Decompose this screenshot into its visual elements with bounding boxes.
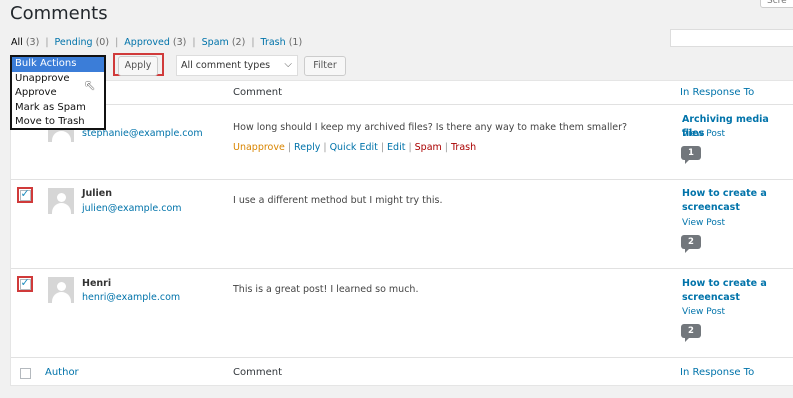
status-filter-links: All (3) | Pending (0) | Approved (3) | S…	[11, 37, 302, 48]
divider	[11, 357, 793, 358]
separator: |	[192, 37, 196, 48]
row-actions: Unapprove | Reply | Quick Edit | Edit | Spam | Tra…	[233, 142, 476, 153]
separator: |	[444, 142, 448, 153]
filter-pending[interactable]: Pending	[55, 37, 93, 48]
row-checkbox[interactable]: ✓	[19, 275, 31, 290]
trash-link[interactable]: Trash	[451, 142, 476, 153]
divider	[11, 179, 793, 180]
response-post-link[interactable]: How to create a	[682, 277, 767, 291]
search-input[interactable]	[670, 29, 793, 47]
row-checkbox[interactable]: ✓	[19, 186, 31, 201]
comment-count-bubble[interactable]: 1	[681, 146, 701, 164]
filter-trash[interactable]: Trash	[261, 37, 286, 48]
column-footer-comment: Comment	[233, 367, 282, 378]
comment-count-bubble[interactable]: 2	[681, 235, 701, 253]
filter-button[interactable]: Filter	[304, 56, 346, 76]
filter-spam[interactable]: Spam	[202, 37, 229, 48]
filter-all-count: (3)	[25, 37, 40, 48]
comment-count-bubble[interactable]: 2	[681, 324, 701, 342]
separator: |	[323, 142, 327, 153]
filter-pending-count: (0)	[95, 37, 110, 48]
select-all-checkbox-footer[interactable]	[19, 368, 31, 379]
filter-all[interactable]: All	[11, 37, 23, 48]
view-post-link[interactable]: View Post	[682, 129, 725, 139]
checkmark-icon: ✓	[20, 186, 30, 200]
avatar	[48, 188, 74, 214]
view-post-link[interactable]: View Post	[682, 307, 725, 317]
comment-author: Julien	[82, 188, 113, 199]
divider	[11, 268, 793, 269]
column-header-comment-label: Comment	[233, 87, 282, 98]
separator: |	[287, 142, 292, 153]
mouse-cursor-icon: ↖	[84, 78, 96, 94]
apply-button[interactable]: Apply	[118, 56, 158, 76]
quick-edit-link[interactable]: Quick Edit	[330, 142, 378, 153]
separator: |	[408, 142, 412, 153]
separator: |	[45, 37, 49, 48]
response-post-link-line2[interactable]: screencast	[682, 291, 740, 305]
filter-spam-count: (2)	[231, 37, 246, 48]
filter-approved[interactable]: Approved	[124, 37, 170, 48]
chevron-down-icon: ⌵	[284, 59, 292, 70]
bulk-option-bulk-actions[interactable]: Bulk Actions	[12, 57, 104, 72]
bulk-option-move-trash[interactable]: Move to Trash	[12, 115, 104, 130]
separator: |	[380, 142, 385, 153]
column-footer-author[interactable]: Author	[45, 367, 79, 378]
divider	[11, 104, 793, 105]
checkmark-icon: ✓	[20, 275, 30, 289]
bulk-option-mark-spam[interactable]: Mark as Spam	[12, 101, 104, 116]
avatar	[48, 277, 74, 303]
column-header-response[interactable]: In Response To	[680, 87, 754, 98]
separator: |	[251, 37, 255, 48]
author-email[interactable]: henri@example.com	[82, 292, 180, 303]
filter-trash-count: (1)	[288, 37, 303, 48]
screen-options-button[interactable]: Scre	[760, 0, 793, 8]
reply-link[interactable]: Reply	[294, 142, 320, 153]
separator: |	[115, 37, 119, 48]
edit-link[interactable]: Edit	[387, 142, 405, 153]
comment-type-select[interactable]: All comment types ⌵	[176, 55, 298, 76]
response-post-link[interactable]: How to create a	[682, 187, 767, 201]
comment-text: This is a great post! I learned so much.	[233, 284, 419, 295]
comment-author: Henri	[82, 278, 112, 289]
view-post-link[interactable]: View Post	[682, 218, 725, 228]
comment-type-value: All comment types	[181, 60, 271, 71]
page-title: Comments	[10, 3, 108, 24]
comment-text: How long should I keep my archived files…	[233, 122, 628, 133]
response-post-link-line2[interactable]: screencast	[682, 201, 740, 215]
comment-text: I use a different method but I might try…	[233, 195, 443, 206]
unapprove-link[interactable]: Unapprove	[233, 142, 285, 153]
filter-approved-count: (3)	[172, 37, 187, 48]
author-email[interactable]: julien@example.com	[82, 203, 182, 214]
column-footer-response[interactable]: In Response To	[680, 367, 754, 378]
spam-link[interactable]: Spam	[415, 142, 442, 153]
